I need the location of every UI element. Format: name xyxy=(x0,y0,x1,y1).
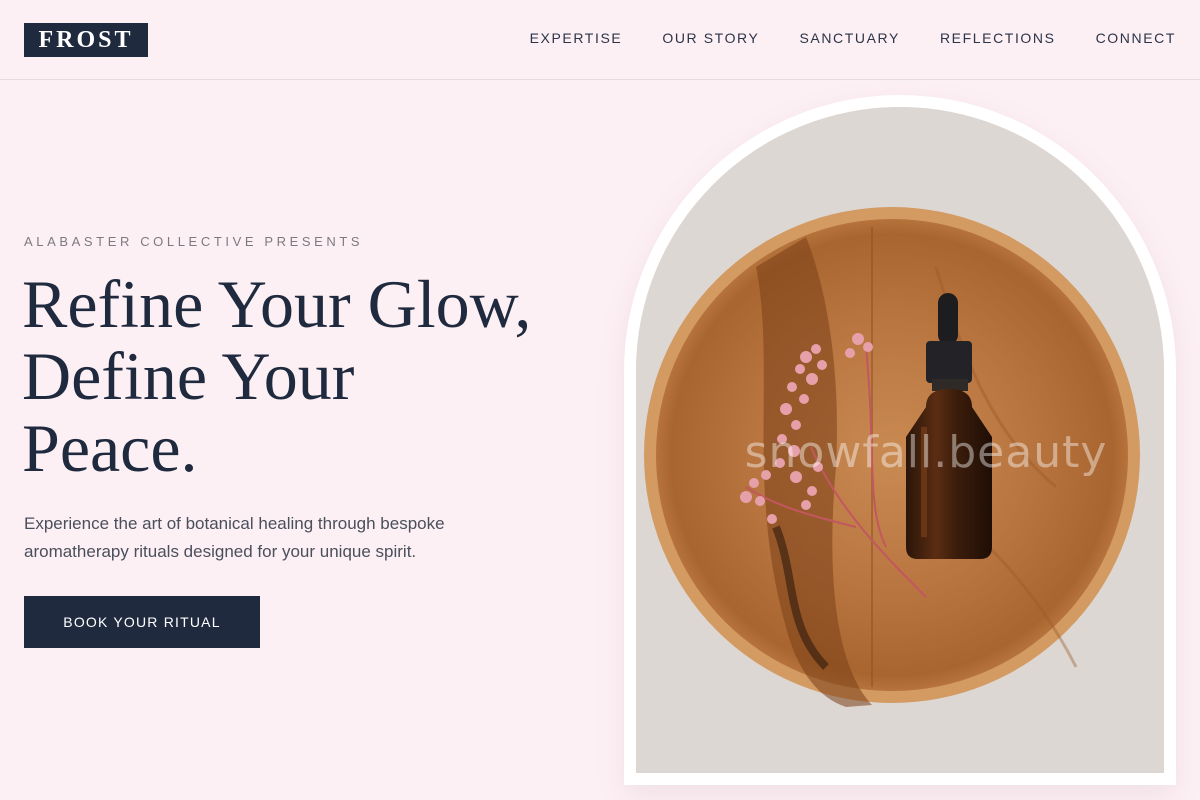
headline-line-2: Define Your xyxy=(22,338,355,414)
image-watermark: snowfall.beauty xyxy=(744,427,1108,478)
hero-headline: Refine Your Glow, Define Your Peace. xyxy=(22,268,602,484)
nav-item-our-story[interactable]: OUR STORY xyxy=(662,29,759,47)
headline-line-3: Peace. xyxy=(22,410,198,486)
nav-item-expertise[interactable]: EXPERTISE xyxy=(530,29,623,47)
nav-item-sanctuary[interactable]: SANCTUARY xyxy=(799,29,900,47)
site-header: FROST EXPERTISE OUR STORY SANCTUARY REFL… xyxy=(0,0,1200,80)
nav-item-connect[interactable]: CONNECT xyxy=(1096,29,1176,47)
book-ritual-button[interactable]: BOOK YOUR RITUAL xyxy=(24,596,260,648)
nav-item-reflections[interactable]: REFLECTIONS xyxy=(940,29,1056,47)
headline-line-1: Refine Your Glow, xyxy=(22,266,532,342)
main-nav: EXPERTISE OUR STORY SANCTUARY REFLECTION… xyxy=(530,29,1176,47)
hero-image-frame: snowfall.beauty xyxy=(624,95,1176,785)
hero-eyebrow: ALABASTER COLLECTIVE PRESENTS xyxy=(24,234,364,249)
hero-image: snowfall.beauty xyxy=(636,107,1164,773)
hero-subtext: Experience the art of botanical healing … xyxy=(24,514,445,561)
brand-logo[interactable]: FROST xyxy=(24,23,148,57)
